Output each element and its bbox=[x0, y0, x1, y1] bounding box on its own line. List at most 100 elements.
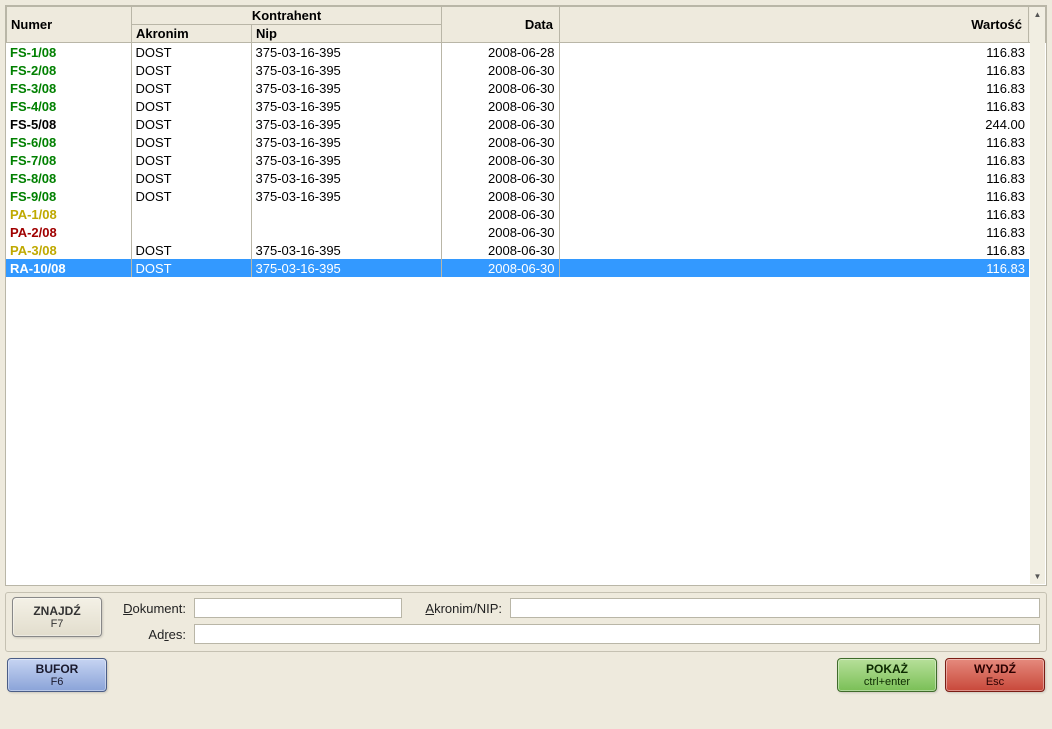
table-row[interactable]: RA-10/08DOST375-03-16-3952008-06-30116.8… bbox=[6, 259, 1029, 277]
cell-data: 2008-06-30 bbox=[441, 259, 559, 277]
cell-data: 2008-06-30 bbox=[441, 115, 559, 133]
cell-wartosc: 116.83 bbox=[559, 79, 1029, 97]
adres-label: Adres: bbox=[110, 627, 190, 642]
dokument-input[interactable] bbox=[194, 598, 402, 618]
cell-akronim: DOST bbox=[131, 115, 251, 133]
cell-numer: FS-5/08 bbox=[6, 115, 131, 133]
cell-akronim: DOST bbox=[131, 169, 251, 187]
adres-input[interactable] bbox=[194, 624, 1040, 644]
cell-data: 2008-06-30 bbox=[441, 61, 559, 79]
cell-akronim bbox=[131, 205, 251, 223]
cell-data: 2008-06-30 bbox=[441, 151, 559, 169]
cell-nip bbox=[251, 223, 441, 241]
cell-akronim: DOST bbox=[131, 61, 251, 79]
col-header-akronim[interactable]: Akronim bbox=[132, 25, 252, 43]
cell-numer: RA-10/08 bbox=[6, 259, 131, 277]
table-row[interactable]: FS-5/08DOST375-03-16-3952008-06-30244.00 bbox=[6, 115, 1029, 133]
cell-numer: FS-6/08 bbox=[6, 133, 131, 151]
cell-nip: 375-03-16-395 bbox=[251, 61, 441, 79]
cell-wartosc: 116.83 bbox=[559, 259, 1029, 277]
cell-numer: FS-8/08 bbox=[6, 169, 131, 187]
table-row[interactable]: FS-9/08DOST375-03-16-3952008-06-30116.83 bbox=[6, 187, 1029, 205]
table-row[interactable]: FS-7/08DOST375-03-16-3952008-06-30116.83 bbox=[6, 151, 1029, 169]
dokument-label: Dokument: bbox=[110, 601, 190, 616]
table-row[interactable]: PA-2/082008-06-30116.83 bbox=[6, 223, 1029, 241]
bottom-bar: BUFOR F6 POKAŻ ctrl+enter WYJDŹ Esc bbox=[5, 658, 1047, 692]
cell-nip bbox=[251, 205, 441, 223]
cell-akronim: DOST bbox=[131, 97, 251, 115]
cell-akronim: DOST bbox=[131, 151, 251, 169]
cell-wartosc: 116.83 bbox=[559, 151, 1029, 169]
cell-data: 2008-06-30 bbox=[441, 133, 559, 151]
table-row[interactable]: FS-1/08DOST375-03-16-3952008-06-28116.83 bbox=[6, 43, 1029, 61]
col-header-numer[interactable]: Numer bbox=[7, 7, 132, 43]
cell-numer: FS-7/08 bbox=[6, 151, 131, 169]
cell-nip: 375-03-16-395 bbox=[251, 43, 441, 61]
table-row[interactable]: PA-3/08DOST375-03-16-3952008-06-30116.83 bbox=[6, 241, 1029, 259]
cell-numer: FS-3/08 bbox=[6, 79, 131, 97]
table-row[interactable]: FS-4/08DOST375-03-16-3952008-06-30116.83 bbox=[6, 97, 1029, 115]
cell-akronim bbox=[131, 223, 251, 241]
wyjdz-button[interactable]: WYJDŹ Esc bbox=[945, 658, 1045, 692]
cell-numer: PA-1/08 bbox=[6, 205, 131, 223]
cell-akronim: DOST bbox=[131, 133, 251, 151]
cell-nip: 375-03-16-395 bbox=[251, 79, 441, 97]
cell-numer: FS-1/08 bbox=[6, 43, 131, 61]
table-row[interactable]: PA-1/08 2008-06-30116.83 bbox=[6, 205, 1029, 223]
cell-data: 2008-06-30 bbox=[441, 187, 559, 205]
cell-data: 2008-06-30 bbox=[441, 79, 559, 97]
scroll-up-icon[interactable]: ▲ bbox=[1030, 7, 1045, 22]
col-header-nip[interactable]: Nip bbox=[252, 25, 442, 43]
cell-nip: 375-03-16-395 bbox=[251, 169, 441, 187]
bufor-button[interactable]: BUFOR F6 bbox=[7, 658, 107, 692]
cell-nip: 375-03-16-395 bbox=[251, 97, 441, 115]
cell-numer: PA-3/08 bbox=[6, 241, 131, 259]
pokaz-button-label: POKAŻ bbox=[866, 662, 908, 676]
akronim-nip-label: Akronim/NIP: bbox=[406, 601, 506, 616]
cell-data: 2008-06-30 bbox=[441, 241, 559, 259]
cell-data: 2008-06-30 bbox=[441, 97, 559, 115]
wyjdz-button-shortcut: Esc bbox=[986, 676, 1004, 688]
bufor-button-shortcut: F6 bbox=[51, 676, 64, 688]
cell-data: 2008-06-30 bbox=[441, 205, 559, 223]
table-row[interactable]: FS-6/08DOST375-03-16-3952008-06-30116.83 bbox=[6, 133, 1029, 151]
cell-nip: 375-03-16-395 bbox=[251, 259, 441, 277]
akronim-nip-input[interactable] bbox=[510, 598, 1040, 618]
cell-data: 2008-06-28 bbox=[441, 43, 559, 61]
col-header-data[interactable]: Data bbox=[442, 7, 560, 43]
cell-wartosc: 116.83 bbox=[559, 205, 1029, 223]
cell-wartosc: 116.83 bbox=[559, 187, 1029, 205]
table-row[interactable]: FS-3/08DOST375-03-16-3952008-06-30116.83 bbox=[6, 79, 1029, 97]
table-row[interactable]: FS-8/08DOST375-03-16-3952008-06-30116.83 bbox=[6, 169, 1029, 187]
cell-wartosc: 116.83 bbox=[559, 97, 1029, 115]
cell-numer: FS-9/08 bbox=[6, 187, 131, 205]
cell-akronim: DOST bbox=[131, 43, 251, 61]
cell-akronim: DOST bbox=[131, 259, 251, 277]
cell-numer: PA-2/08 bbox=[6, 223, 131, 241]
cell-akronim: DOST bbox=[131, 79, 251, 97]
cell-wartosc: 116.83 bbox=[559, 133, 1029, 151]
cell-wartosc: 116.83 bbox=[559, 223, 1029, 241]
cell-wartosc: 116.83 bbox=[559, 241, 1029, 259]
cell-nip: 375-03-16-395 bbox=[251, 241, 441, 259]
cell-nip: 375-03-16-395 bbox=[251, 151, 441, 169]
col-header-kontrahent[interactable]: Kontrahent bbox=[132, 7, 442, 25]
cell-wartosc: 116.83 bbox=[559, 43, 1029, 61]
cell-wartosc: 244.00 bbox=[559, 115, 1029, 133]
table-row[interactable]: FS-2/08DOST375-03-16-3952008-06-30116.83 bbox=[6, 61, 1029, 79]
cell-numer: FS-2/08 bbox=[6, 61, 131, 79]
col-header-wartosc[interactable]: Wartość bbox=[560, 7, 1029, 43]
bufor-button-label: BUFOR bbox=[36, 662, 79, 676]
cell-akronim: DOST bbox=[131, 241, 251, 259]
search-panel: ZNAJDŹ F7 Dokument: Akronim/NIP: Adres: bbox=[5, 592, 1047, 652]
documents-grid: Numer Kontrahent Data Wartość Akronim Ni… bbox=[5, 5, 1047, 586]
find-button[interactable]: ZNAJDŹ F7 bbox=[12, 597, 102, 637]
find-button-shortcut: F7 bbox=[51, 618, 64, 630]
vertical-scrollbar[interactable]: ▲ ▼ bbox=[1030, 7, 1045, 584]
cell-akronim: DOST bbox=[131, 187, 251, 205]
pokaz-button[interactable]: POKAŻ ctrl+enter bbox=[837, 658, 937, 692]
find-button-label: ZNAJDŹ bbox=[33, 604, 80, 618]
pokaz-button-shortcut: ctrl+enter bbox=[864, 676, 910, 688]
scroll-down-icon[interactable]: ▼ bbox=[1030, 569, 1045, 584]
cell-wartosc: 116.83 bbox=[559, 61, 1029, 79]
